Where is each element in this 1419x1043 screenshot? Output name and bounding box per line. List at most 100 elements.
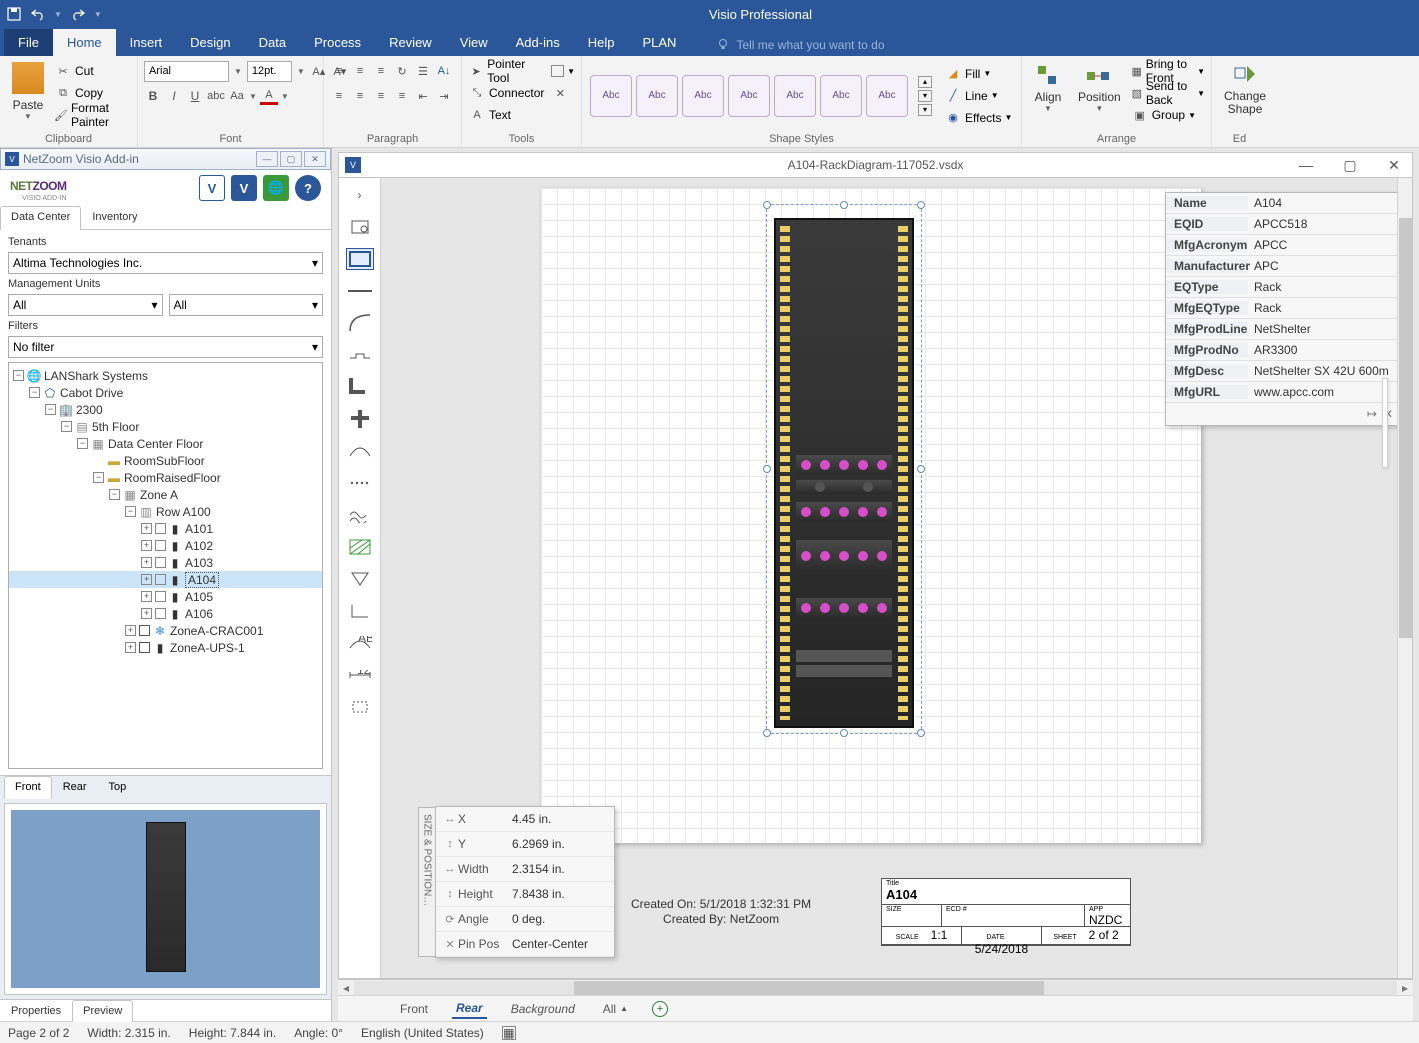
datacenter-tree[interactable]: −🌐LANShark Systems −⬠Cabot Drive −🏢2300 … bbox=[8, 362, 323, 769]
checkbox-icon[interactable] bbox=[155, 591, 166, 602]
redo-icon[interactable] bbox=[70, 6, 86, 22]
doc-close-button[interactable]: ✕ bbox=[1378, 157, 1410, 174]
indent-inc-icon[interactable]: ⇥ bbox=[435, 87, 453, 105]
underline-icon[interactable]: U bbox=[186, 87, 204, 105]
mu-select-1[interactable]: All▾ bbox=[8, 294, 163, 316]
triangle-shape-icon[interactable] bbox=[346, 568, 374, 590]
tab-addins[interactable]: Add-ins bbox=[502, 29, 574, 56]
text-tool-button[interactable]: AText bbox=[468, 104, 575, 126]
hatch-shape-icon[interactable] bbox=[346, 536, 374, 558]
dots-shape-icon[interactable] bbox=[346, 472, 374, 494]
checkbox-icon[interactable] bbox=[155, 608, 166, 619]
tree-node-row[interactable]: −▥Row A100 bbox=[9, 503, 322, 520]
shape-style-2[interactable]: Abc bbox=[636, 75, 678, 117]
scroll-right-icon[interactable]: ▸ bbox=[1397, 981, 1413, 995]
shape-style-4[interactable]: Abc bbox=[728, 75, 770, 117]
chevron-down-icon[interactable]: ▼ bbox=[281, 92, 289, 101]
group-button[interactable]: ▣Group▼ bbox=[1131, 104, 1205, 126]
tab-file[interactable]: File bbox=[4, 29, 53, 56]
paste-button[interactable]: Paste ▼ bbox=[6, 60, 50, 131]
tree-node-rsf[interactable]: ▬RoomSubFloor bbox=[9, 452, 322, 469]
tree-node-ups[interactable]: +▮ZoneA-UPS-1 bbox=[9, 639, 322, 656]
tree-node-2300[interactable]: −🏢2300 bbox=[9, 401, 322, 418]
visio-app-icon[interactable]: V bbox=[231, 175, 257, 201]
font-size-input[interactable] bbox=[247, 61, 292, 82]
preview-tab-top[interactable]: Top bbox=[98, 776, 138, 799]
bullets-icon[interactable]: ☰ bbox=[414, 62, 432, 80]
page-tab-rear[interactable]: Rear bbox=[452, 999, 487, 1019]
horizontal-scrollbar[interactable]: ◂ ▸ bbox=[338, 979, 1413, 995]
hline-shape-icon[interactable] bbox=[346, 280, 374, 302]
line-button[interactable]: ╱Line▼ bbox=[944, 85, 1012, 107]
format-painter-button[interactable]: 🖌Format Painter bbox=[54, 104, 131, 126]
filters-select[interactable]: No filter▾ bbox=[8, 336, 323, 358]
direction-icon[interactable]: A↓ bbox=[435, 62, 453, 80]
gallery-up-icon[interactable]: ▴ bbox=[918, 76, 932, 88]
align-button[interactable]: Align ▼ bbox=[1028, 60, 1068, 131]
rectangle-shape-icon[interactable] bbox=[346, 248, 374, 270]
tab-home[interactable]: Home bbox=[53, 29, 116, 56]
page-tab-all[interactable]: All▲ bbox=[599, 1000, 632, 1018]
bottom-tab-properties[interactable]: Properties bbox=[0, 1000, 72, 1021]
shape-style-6[interactable]: Abc bbox=[820, 75, 862, 117]
tree-node-rrf[interactable]: −▬RoomRaisedFloor bbox=[9, 469, 322, 486]
tab-help[interactable]: Help bbox=[574, 29, 629, 56]
align-right-icon[interactable]: ≡ bbox=[372, 87, 390, 105]
checkbox-icon[interactable] bbox=[139, 642, 150, 653]
qat-customize-icon[interactable]: ▼ bbox=[94, 10, 102, 19]
tree-node-floor[interactable]: −▤5th Floor bbox=[9, 418, 322, 435]
tellme-search[interactable]: Tell me what you want to do bbox=[704, 34, 896, 56]
checkbox-icon[interactable] bbox=[155, 557, 166, 568]
connector-tool-button[interactable]: ⤡Connector✕ bbox=[468, 82, 575, 104]
bold-icon[interactable]: B bbox=[144, 87, 162, 105]
align-top-icon[interactable]: ≡ bbox=[330, 62, 348, 80]
size-position-tab[interactable]: SIZE & POSITION… bbox=[418, 807, 436, 957]
vertical-scrollbar[interactable] bbox=[1397, 178, 1413, 978]
add-page-button[interactable]: + bbox=[652, 1001, 668, 1017]
italic-icon[interactable]: I bbox=[165, 87, 183, 105]
dimension-icon[interactable]: 12' bbox=[346, 664, 374, 686]
position-button[interactable]: Position ▼ bbox=[1072, 60, 1127, 131]
minimize-button[interactable]: — bbox=[256, 151, 278, 167]
chevron-down-icon[interactable]: ▼ bbox=[232, 67, 244, 76]
arc-label-icon[interactable]: ABC bbox=[346, 632, 374, 654]
doc-minimize-button[interactable]: — bbox=[1290, 157, 1322, 174]
shape-style-7[interactable]: Abc bbox=[866, 75, 908, 117]
bottom-tab-preview[interactable]: Preview bbox=[72, 1000, 133, 1022]
align-middle-icon[interactable]: ≡ bbox=[351, 62, 369, 80]
pointer-tool-button[interactable]: ➤Pointer Tool▼ bbox=[468, 60, 575, 82]
tab-data[interactable]: Data bbox=[245, 29, 300, 56]
tree-node-a103[interactable]: +▮A103 bbox=[9, 554, 322, 571]
preview-tab-front[interactable]: Front bbox=[4, 776, 52, 799]
lshape-icon[interactable] bbox=[346, 376, 374, 398]
shape-data-panel[interactable]: SHAPE DATA - AR3300 (REAR) NameA104EQIDA… bbox=[1165, 192, 1400, 426]
tree-node-dcf[interactable]: −▦Data Center Floor bbox=[9, 435, 322, 452]
page-tab-background[interactable]: Background bbox=[507, 1000, 579, 1018]
globe-icon[interactable]: 🌐 bbox=[263, 175, 289, 201]
maximize-button[interactable]: ▢ bbox=[280, 151, 302, 167]
close-button[interactable]: ✕ bbox=[304, 151, 326, 167]
fill-button[interactable]: ◢Fill▼ bbox=[944, 63, 1012, 85]
change-shape-button[interactable]: Change Shape bbox=[1218, 60, 1272, 131]
align-center-icon[interactable]: ≡ bbox=[351, 87, 369, 105]
tree-node-zonea[interactable]: −▦Zone A bbox=[9, 486, 322, 503]
addin-tab-inventory[interactable]: Inventory bbox=[81, 206, 148, 229]
tab-review[interactable]: Review bbox=[375, 29, 446, 56]
checkbox-icon[interactable] bbox=[155, 523, 166, 534]
tree-node-cabot[interactable]: −⬠Cabot Drive bbox=[9, 384, 322, 401]
tab-view[interactable]: View bbox=[446, 29, 502, 56]
justify-icon[interactable]: ≡ bbox=[393, 87, 411, 105]
strikethrough-icon[interactable]: abc bbox=[207, 87, 225, 105]
tree-node-crac[interactable]: +❄ZoneA-CRAC001 bbox=[9, 622, 322, 639]
tab-plan[interactable]: PLAN bbox=[628, 29, 690, 56]
gallery-down-icon[interactable]: ▾ bbox=[918, 90, 932, 102]
angle-shape-icon[interactable] bbox=[346, 600, 374, 622]
rectangle-icon[interactable] bbox=[551, 65, 564, 77]
doc-maximize-button[interactable]: ▢ bbox=[1334, 157, 1366, 174]
tenants-select[interactable]: Altima Technologies Inc.▾ bbox=[8, 252, 323, 274]
pin-icon[interactable]: ↦ bbox=[1367, 407, 1377, 421]
page-tab-front[interactable]: Front bbox=[396, 1000, 432, 1018]
tab-process[interactable]: Process bbox=[300, 29, 375, 56]
help-icon[interactable]: ? bbox=[295, 175, 321, 201]
indent-dec-icon[interactable]: ⇤ bbox=[414, 87, 432, 105]
